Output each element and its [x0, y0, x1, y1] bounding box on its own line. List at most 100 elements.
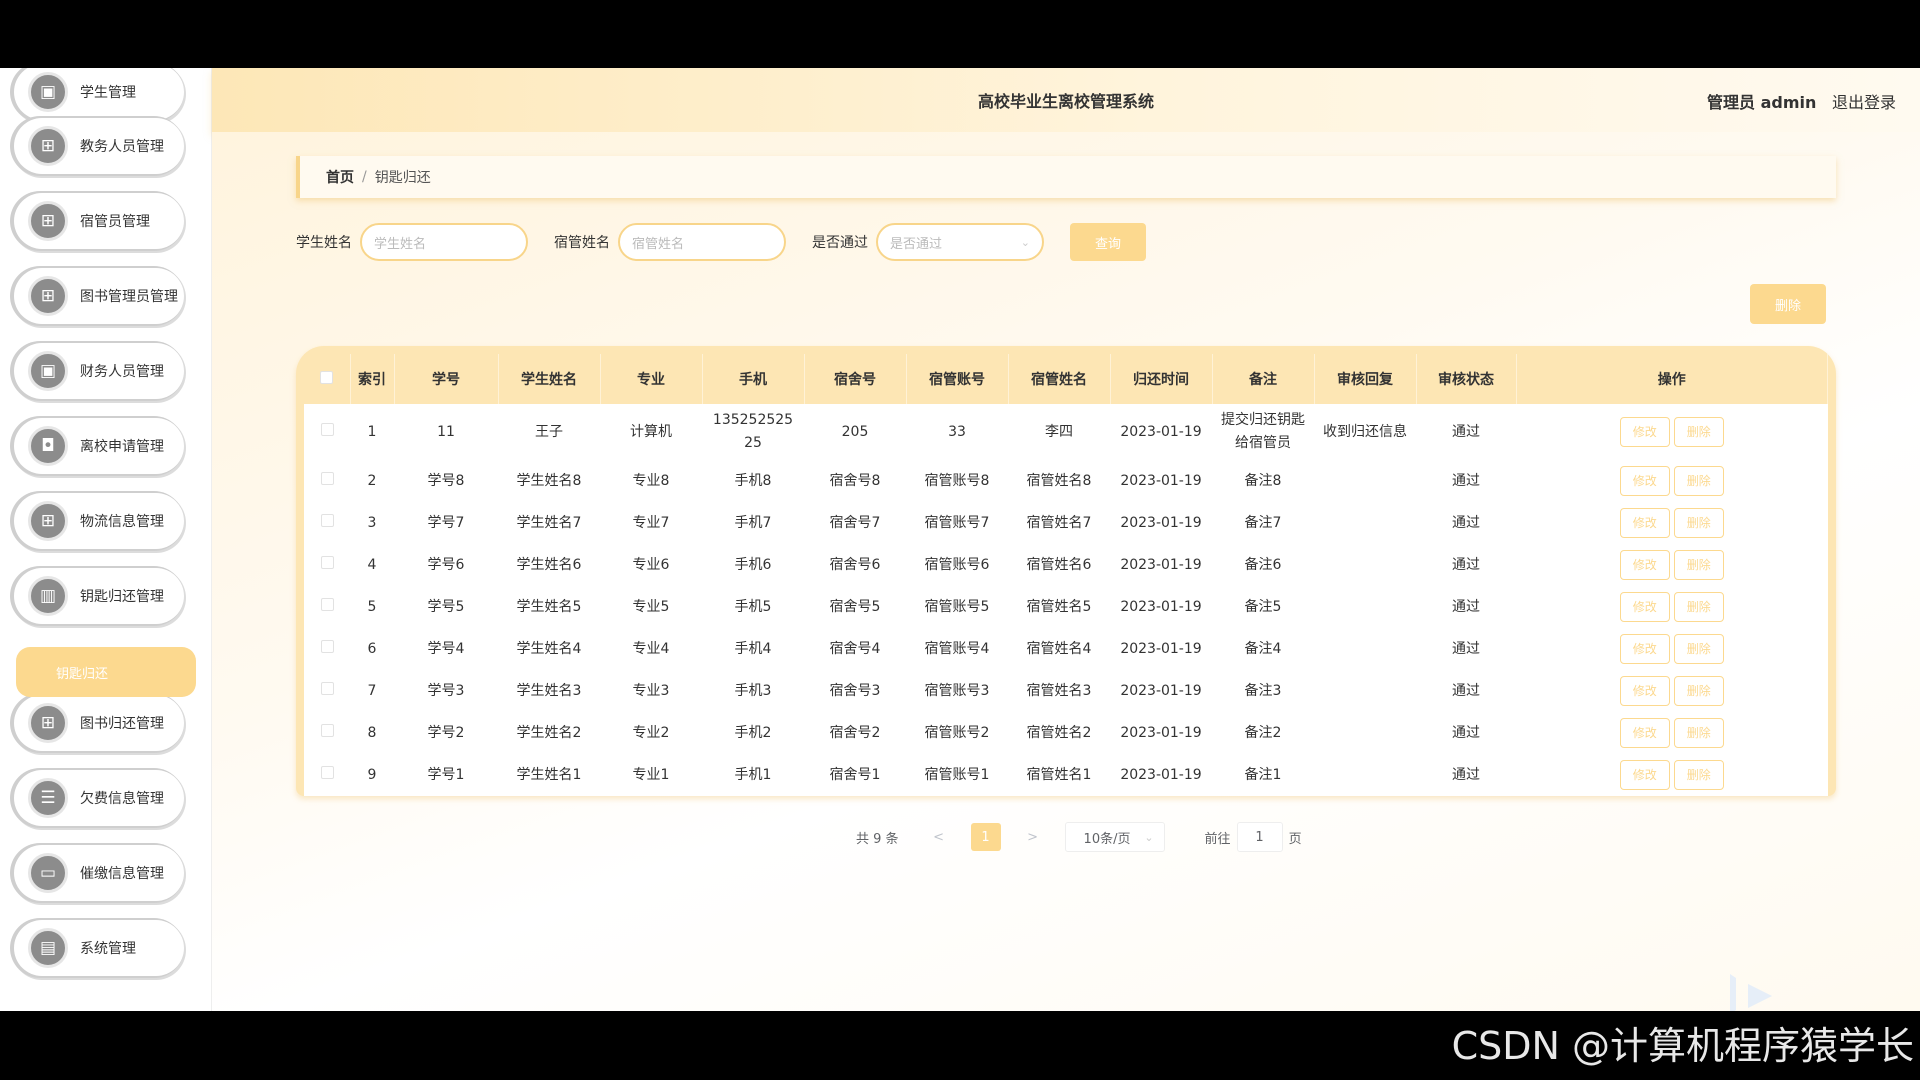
cell-student-no: 学号2	[427, 724, 465, 741]
sidebar-item-label: 催缴信息管理	[80, 866, 164, 882]
cell-status: 通过	[1452, 472, 1480, 489]
edit-button[interactable]: 修改	[1619, 760, 1670, 790]
sidebar-item-1[interactable]: ▣ 学生管理	[14, 68, 184, 120]
sidebar-item-10[interactable]: ☰ 欠费信息管理	[14, 770, 184, 826]
sidebar-item-4[interactable]: ⊞ 图书管理员管理	[14, 268, 184, 324]
sidebar-item-2[interactable]: ⊞ 教务人员管理	[14, 118, 184, 174]
row-checkbox[interactable]	[304, 754, 350, 796]
edit-button[interactable]: 修改	[1619, 466, 1670, 496]
pagination-prev-button[interactable]: <	[927, 830, 951, 845]
cell-phone: 手机3	[734, 682, 772, 699]
page-size-select[interactable]: 10条/页 ⌄	[1064, 822, 1165, 852]
delete-button[interactable]: 删除	[1673, 550, 1724, 580]
cell-major: 专业4	[632, 640, 670, 657]
dorm-manager-input[interactable]: 宿管姓名	[618, 223, 786, 261]
row-checkbox[interactable]	[304, 404, 350, 460]
row-checkbox[interactable]	[304, 628, 350, 670]
sidebar-item-8[interactable]: ▥ 钥匙归还管理	[14, 568, 184, 624]
edit-button[interactable]: 修改	[1619, 718, 1670, 748]
cell-index: 5	[367, 598, 377, 615]
delete-button[interactable]: 删除	[1673, 592, 1724, 622]
sidebar-item-7[interactable]: ⊞ 物流信息管理	[14, 493, 184, 549]
cell-reply: 收到归还信息	[1323, 423, 1407, 440]
cell-dorm: 宿舍号8	[829, 472, 881, 489]
delete-button[interactable]: 删除	[1673, 634, 1724, 664]
pagination-page-1[interactable]: 1	[970, 823, 1001, 851]
cell-manager-name: 宿管姓名3	[1026, 682, 1092, 699]
cell-student-no: 学号4	[427, 640, 465, 657]
cell-manager-name: 宿管姓名1	[1026, 766, 1092, 783]
cell-note: 备注1	[1244, 766, 1282, 783]
cell-return-time: 2023-01-19	[1120, 556, 1202, 573]
table-row: 3 学号7 学生姓名7 专业7 手机7 宿舍号7 宿管账号7 宿管姓名7 2023-01-19 备…	[304, 502, 1828, 544]
cell-return-time: 2023-01-19	[1120, 423, 1202, 440]
breadcrumb-home[interactable]: 首页	[326, 167, 354, 187]
pagination-total: 共 9 条	[856, 831, 899, 847]
delete-button[interactable]: 删除	[1673, 718, 1724, 748]
sidebar-item-12[interactable]: ▤ 系统管理	[14, 920, 184, 976]
cell-phone: 手机6	[734, 556, 772, 573]
query-button[interactable]: 查询	[1070, 223, 1146, 261]
student-name-input[interactable]: 学生姓名	[360, 223, 528, 261]
cell-major: 专业8	[632, 472, 670, 489]
edit-button[interactable]: 修改	[1619, 550, 1670, 580]
goto-page-input[interactable]: 1	[1236, 822, 1283, 852]
pagination-next-button[interactable]: >	[1021, 830, 1045, 845]
main-content: 首页 / 钥匙归还 学生姓名 学生姓名 宿管姓名 宿管姓名 是否通过 是否通过 …	[212, 132, 1920, 1011]
chevron-down-icon: ⌄	[1020, 235, 1030, 249]
sidebar-item-label: 教务人员管理	[80, 139, 164, 155]
cell-student-name: 学生姓名3	[516, 682, 582, 699]
cell-dorm: 宿舍号7	[829, 514, 881, 531]
clipboard-icon: ▤	[28, 928, 68, 968]
cell-status: 通过	[1452, 556, 1480, 573]
sidebar-item-label: 宿管员管理	[80, 214, 150, 230]
edit-button[interactable]: 修改	[1619, 417, 1670, 447]
col-header-status: 审核状态	[1416, 354, 1517, 404]
admin-user-label: 管理员 admin	[1707, 93, 1817, 112]
delete-button[interactable]: 删除	[1673, 466, 1724, 496]
sidebar-item-11[interactable]: ▭ 催缴信息管理	[14, 845, 184, 901]
delete-button[interactable]: 删除	[1673, 676, 1724, 706]
sidebar-item-5[interactable]: ▣ 财务人员管理	[14, 343, 184, 399]
cell-return-time: 2023-01-19	[1120, 514, 1202, 531]
cell-student-no: 学号1	[427, 766, 465, 783]
cell-phone: 手机8	[734, 472, 772, 489]
cell-phone: 手机7	[734, 514, 772, 531]
row-checkbox[interactable]	[304, 460, 350, 502]
cell-manager-name: 宿管姓名6	[1026, 556, 1092, 573]
delete-button[interactable]: 删除	[1673, 417, 1724, 447]
delete-button[interactable]: 删除	[1673, 760, 1724, 790]
passed-select[interactable]: 是否通过 ⌄	[876, 223, 1044, 261]
row-checkbox[interactable]	[304, 712, 350, 754]
breadcrumb-current: 钥匙归还	[374, 170, 431, 186]
cell-manager-name: 宿管姓名5	[1026, 598, 1092, 615]
passed-label: 是否通过	[812, 235, 868, 251]
delete-button[interactable]: 删除	[1673, 508, 1724, 538]
sidebar-item-3[interactable]: ⊞ 宿管员管理	[14, 193, 184, 249]
row-checkbox[interactable]	[304, 586, 350, 628]
row-checkbox[interactable]	[304, 670, 350, 712]
cell-phone: 13525252525	[712, 412, 794, 451]
row-checkbox[interactable]	[304, 502, 350, 544]
cell-status: 通过	[1452, 514, 1480, 531]
col-header-actions: 操作	[1516, 354, 1828, 404]
sidebar-item-6[interactable]: ◘ 离校申请管理	[14, 418, 184, 474]
sidebar-item-label: 离校申请管理	[80, 439, 164, 455]
cell-status: 通过	[1452, 766, 1480, 783]
batch-delete-button[interactable]: 删除	[1750, 284, 1826, 324]
cell-note: 提交归还钥匙给宿管员	[1221, 412, 1305, 451]
table-row: 4 学号6 学生姓名6 专业6 手机6 宿舍号6 宿管账号6 宿管姓名6 2023-01-19 备…	[304, 544, 1828, 586]
doc-icon: ▣	[28, 72, 68, 112]
cell-dorm: 宿舍号3	[829, 682, 881, 699]
submenu-item-key-return[interactable]: 钥匙归还	[16, 647, 196, 697]
edit-button[interactable]: 修改	[1619, 634, 1670, 664]
cell-reply	[1314, 586, 1416, 628]
edit-button[interactable]: 修改	[1619, 508, 1670, 538]
sidebar-item-9[interactable]: ⊞ 图书归还管理	[14, 695, 184, 751]
row-checkbox[interactable]	[304, 544, 350, 586]
select-all-checkbox[interactable]	[304, 354, 351, 404]
edit-button[interactable]: 修改	[1619, 676, 1670, 706]
cell-return-time: 2023-01-19	[1120, 766, 1202, 783]
logout-link[interactable]: 退出登录	[1832, 93, 1896, 112]
edit-button[interactable]: 修改	[1619, 592, 1670, 622]
